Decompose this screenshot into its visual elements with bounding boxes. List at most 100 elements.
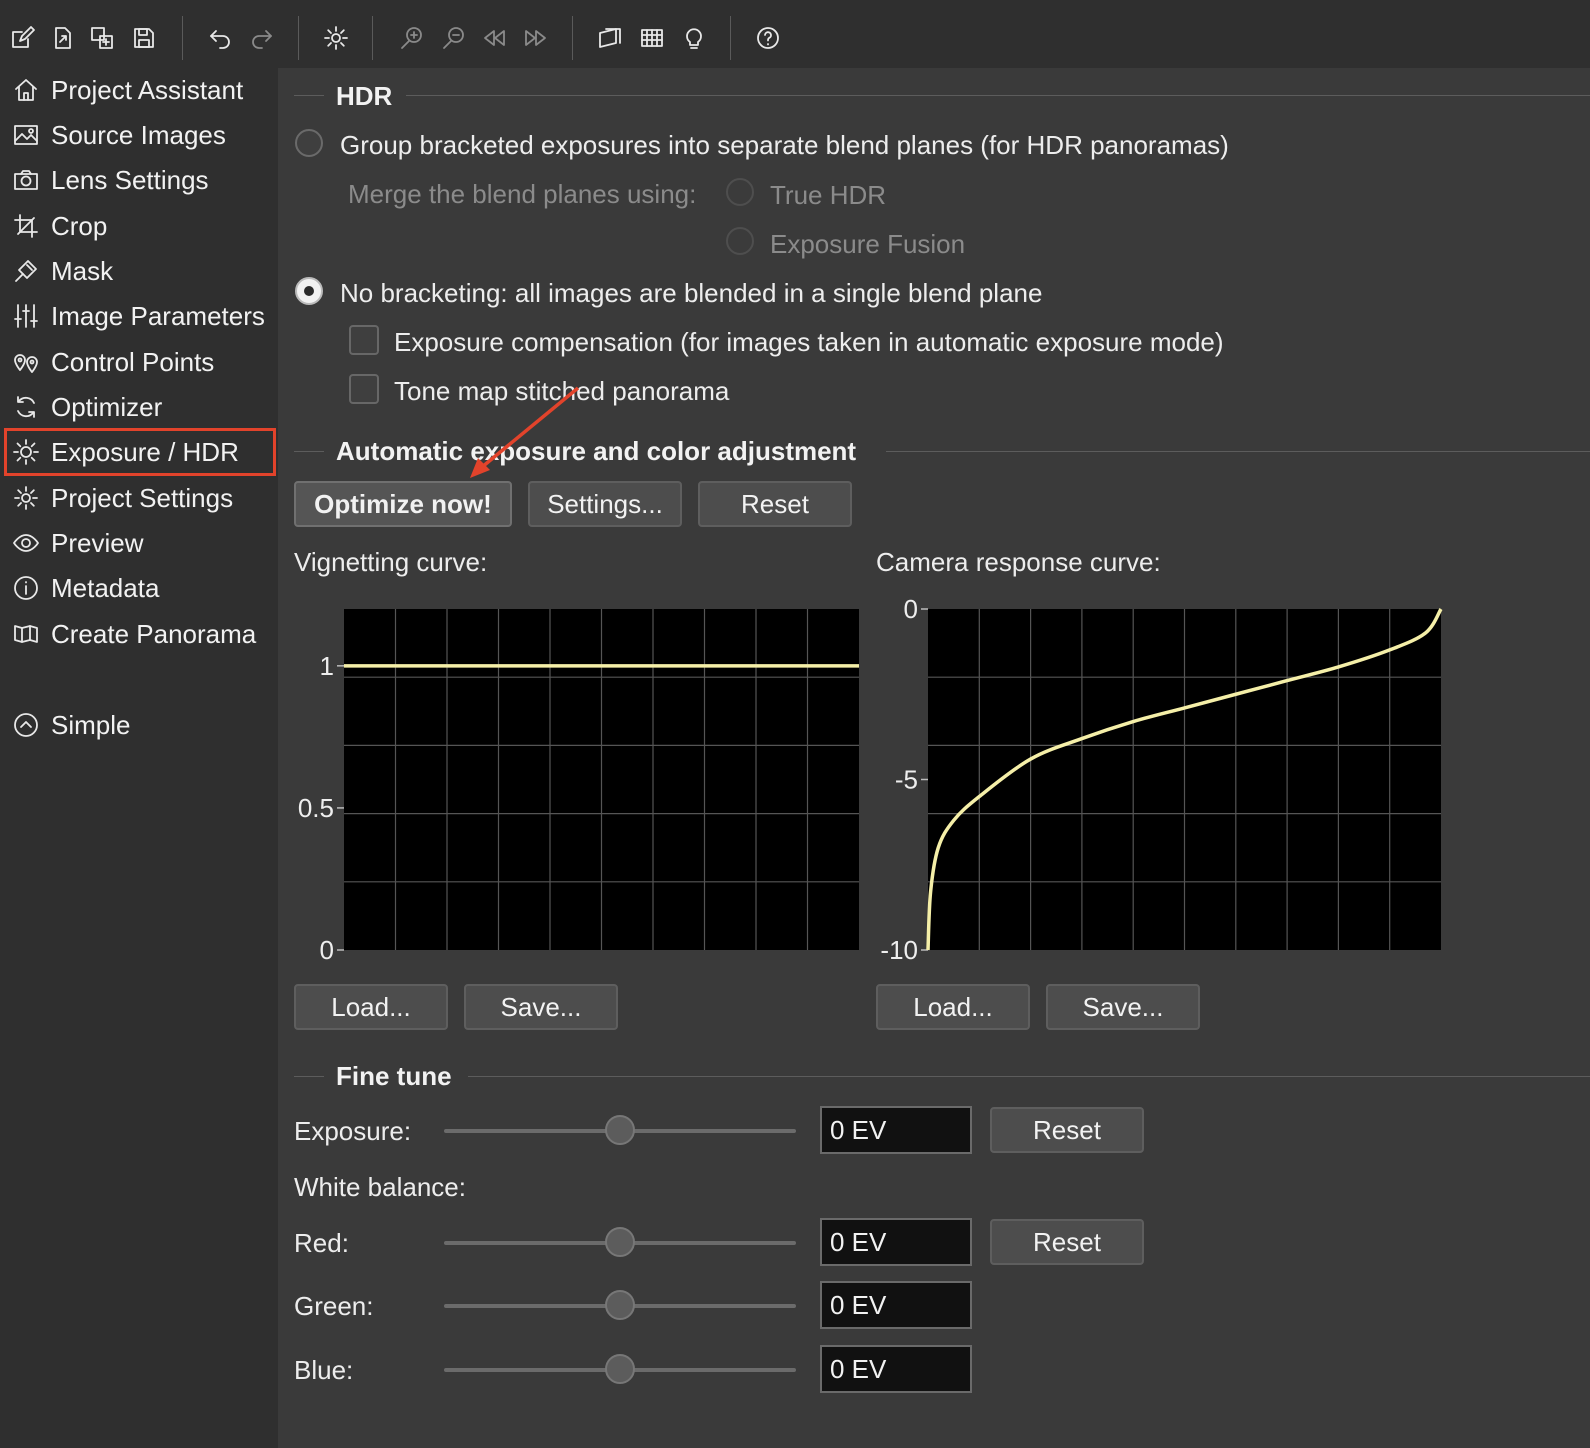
simple-mode-label: Simple [51, 709, 131, 740]
red-label: Red: [294, 1228, 349, 1258]
section-divider [468, 1076, 1590, 1077]
auto-settings-button[interactable]: Settings... [528, 481, 682, 527]
exposure-hdr-panel: HDR Group bracketed exposures into separ… [278, 68, 1590, 1448]
crop-icon [6, 206, 46, 246]
toolbar-separator [572, 16, 573, 60]
camera-icon [6, 160, 46, 200]
y-tick-label: 0 [320, 935, 334, 965]
green-value-field[interactable] [820, 1281, 972, 1329]
help-icon[interactable] [746, 16, 790, 60]
blue-value-field[interactable] [820, 1345, 972, 1393]
true-hdr-label: True HDR [770, 180, 887, 210]
tone-map-label: Tone map stitched panorama [394, 376, 730, 406]
sidebar-item-label: Create Panorama [51, 618, 257, 649]
zoom-out-icon[interactable] [432, 16, 476, 60]
sidebar-item-label: Image Parameters [51, 300, 265, 331]
vignetting-load-button[interactable]: Load... [294, 984, 448, 1030]
sidebar-item-preview[interactable]: Preview [6, 521, 274, 565]
optimize-now-button[interactable]: Optimize now! [294, 481, 512, 527]
fine-tune-section-title: Fine tune [336, 1061, 452, 1091]
red-value-field[interactable] [820, 1218, 972, 1266]
vignetting-curve-label: Vignetting curve: [294, 547, 488, 577]
new-project-icon[interactable] [0, 16, 44, 60]
section-divider [406, 95, 1590, 96]
camera-response-chart-svg: 0 -5 -10 [880, 594, 1443, 965]
exposure-fusion-radio[interactable] [726, 227, 754, 255]
exposure-compensation-label: Exposure compensation (for images taken … [394, 327, 1224, 357]
merge-blend-planes-label: Merge the blend planes using: [348, 179, 697, 209]
exposure-label: Exposure: [294, 1116, 412, 1146]
sliders-icon [6, 296, 46, 336]
camera-response-save-button[interactable]: Save... [1046, 984, 1200, 1030]
red-slider-thumb[interactable] [605, 1227, 635, 1257]
sidebar-item-label: Metadata [51, 572, 160, 603]
sidebar-item-label: Preview [51, 527, 144, 558]
zoom-in-icon[interactable] [390, 16, 434, 60]
exposure-compensation-checkbox[interactable] [349, 325, 379, 355]
white-balance-reset-button[interactable]: Reset [990, 1219, 1144, 1265]
sidebar-item-mask[interactable]: Mask [6, 249, 274, 293]
toolbar-separator [182, 16, 183, 60]
true-hdr-radio[interactable] [726, 178, 754, 206]
sidebar-item-label: Control Points [51, 346, 215, 377]
info-icon [6, 568, 46, 608]
sidebar-item-exposure-hdr[interactable]: Exposure / HDR [4, 428, 276, 476]
panorama-preview-icon[interactable] [588, 16, 632, 60]
tone-map-checkbox[interactable] [349, 374, 379, 404]
blue-slider-thumb[interactable] [605, 1354, 635, 1384]
hdr-section-title: HDR [336, 81, 393, 111]
grid-icon[interactable] [630, 16, 674, 60]
camera-response-curve-label: Camera response curve: [876, 547, 1161, 577]
section-divider [294, 95, 324, 96]
add-images-icon[interactable] [80, 16, 124, 60]
camera-response-load-button[interactable]: Load... [876, 984, 1030, 1030]
sun-icon [6, 432, 46, 472]
blue-label: Blue: [294, 1355, 354, 1385]
sidebar-item-optimizer[interactable]: Optimizer [6, 385, 274, 429]
exposure-value-field[interactable] [820, 1106, 972, 1154]
sidebar-item-label: Project Settings [51, 482, 234, 513]
step-back-icon[interactable] [472, 16, 516, 60]
section-divider [886, 451, 1590, 452]
green-slider-thumb[interactable] [605, 1290, 635, 1320]
exposure-slider-thumb[interactable] [605, 1115, 635, 1145]
home-icon [6, 70, 46, 110]
chevron-up-circle-icon [6, 705, 46, 745]
save-icon[interactable] [122, 16, 166, 60]
sidebar-item-crop[interactable]: Crop [6, 204, 274, 248]
refresh-icon [6, 387, 46, 427]
section-divider [294, 451, 324, 452]
sidebar-item-project-settings[interactable]: Project Settings [6, 476, 274, 520]
sidebar-item-control-points[interactable]: Control Points [6, 340, 274, 384]
sidebar: Project Assistant Source Images Lens Set… [0, 68, 278, 1448]
sidebar-item-label: Source Images [51, 119, 226, 150]
simple-mode-toggle[interactable]: Simple [6, 703, 274, 747]
vignetting-chart-svg: 10.50 [298, 609, 859, 965]
tip-bulb-icon[interactable] [672, 16, 716, 60]
panorama-icon [6, 614, 46, 654]
pin-icon [6, 342, 46, 382]
sidebar-item-project-assistant[interactable]: Project Assistant [6, 68, 274, 112]
exposure-fusion-label: Exposure Fusion [770, 229, 966, 259]
sidebar-item-create-panorama[interactable]: Create Panorama [6, 612, 274, 656]
vignetting-save-button[interactable]: Save... [464, 984, 618, 1030]
eye-icon [6, 523, 46, 563]
step-forward-icon[interactable] [514, 16, 558, 60]
group-bracketed-radio[interactable] [295, 129, 323, 157]
sidebar-item-metadata[interactable]: Metadata [6, 566, 274, 610]
preferences-gear-icon[interactable] [314, 16, 358, 60]
auto-reset-button[interactable]: Reset [698, 481, 852, 527]
no-bracketing-radio[interactable] [295, 277, 323, 305]
undo-icon[interactable] [198, 16, 242, 60]
open-project-icon[interactable] [40, 16, 84, 60]
y-tick-label: 0 [904, 594, 918, 624]
exposure-reset-button[interactable]: Reset [990, 1107, 1144, 1153]
sidebar-item-lens-settings[interactable]: Lens Settings [6, 158, 274, 202]
sidebar-item-source-images[interactable]: Source Images [6, 113, 274, 157]
sidebar-item-label: Exposure / HDR [51, 436, 239, 467]
sidebar-item-image-parameters[interactable]: Image Parameters [6, 294, 274, 338]
redo-icon[interactable] [240, 16, 284, 60]
group-bracketed-label: Group bracketed exposures into separate … [340, 130, 1229, 160]
gear-icon [6, 478, 46, 518]
y-tick-label: -10 [880, 935, 918, 965]
